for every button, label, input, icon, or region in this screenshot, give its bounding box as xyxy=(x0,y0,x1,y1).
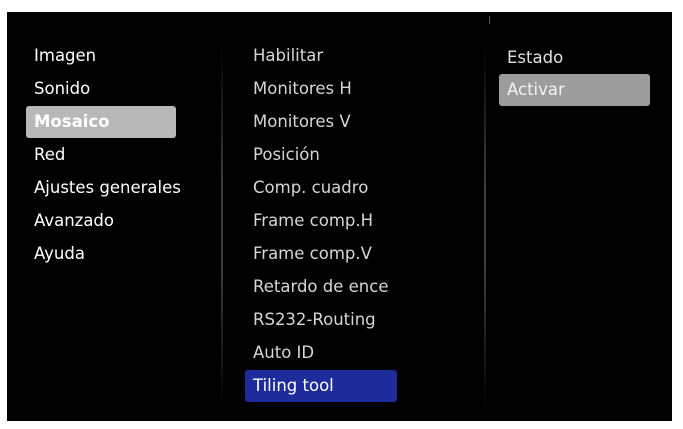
submenu-item-frame-comp-v[interactable]: Frame comp.V xyxy=(245,238,397,270)
main-menu-item-imagen[interactable]: Imagen xyxy=(26,40,176,72)
submenu-item-posicion[interactable]: Posición xyxy=(245,139,397,171)
submenu-item-retardo-de-ence[interactable]: Retardo de ence xyxy=(245,271,397,303)
main-menu-item-avanzado[interactable]: Avanzado xyxy=(26,205,176,237)
main-menu-item-ayuda[interactable]: Ayuda xyxy=(26,238,176,270)
submenu-item-habilitar[interactable]: Habilitar xyxy=(245,40,397,72)
option-estado: Estado xyxy=(507,48,564,67)
column-divider xyxy=(221,42,223,412)
osd-screen: Imagen Sonido Mosaico Red Ajustes genera… xyxy=(7,12,672,421)
option-activar[interactable]: Activar xyxy=(499,74,650,106)
main-menu-item-sonido[interactable]: Sonido xyxy=(26,73,176,105)
top-marker xyxy=(489,16,490,24)
submenu-item-monitores-h[interactable]: Monitores H xyxy=(245,73,397,105)
main-menu-item-mosaico[interactable]: Mosaico xyxy=(26,106,176,138)
submenu-item-auto-id[interactable]: Auto ID xyxy=(245,337,397,369)
submenu-item-tiling-tool[interactable]: Tiling tool xyxy=(245,370,397,402)
main-menu-item-red[interactable]: Red xyxy=(26,139,176,171)
column-divider xyxy=(484,42,486,412)
submenu-item-frame-comp-h[interactable]: Frame comp.H xyxy=(245,205,397,237)
submenu-item-rs232-routing[interactable]: RS232-Routing xyxy=(245,304,397,336)
main-menu-item-ajustes-generales[interactable]: Ajustes generales xyxy=(26,172,181,204)
submenu-item-monitores-v[interactable]: Monitores V xyxy=(245,106,397,138)
submenu-item-comp-cuadro[interactable]: Comp. cuadro xyxy=(245,172,397,204)
